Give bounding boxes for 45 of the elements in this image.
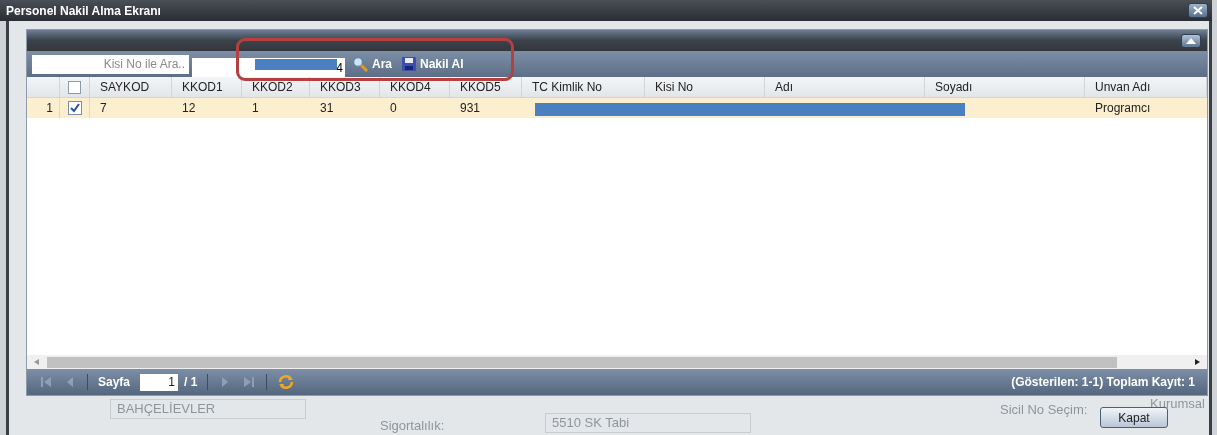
refresh-icon[interactable]	[277, 374, 296, 390]
table-cell-text: 931	[459, 100, 482, 117]
table-cell-text: 31	[319, 100, 335, 117]
first-page-icon[interactable]	[39, 376, 53, 388]
close-dialog-button[interactable]: Kapat	[1100, 407, 1168, 428]
select-all-checkbox[interactable]	[68, 80, 81, 94]
column-header[interactable]: Adı	[765, 77, 925, 97]
close-button[interactable]	[1188, 3, 1208, 18]
row-number: 1	[27, 98, 60, 118]
collapse-button[interactable]	[1181, 33, 1201, 48]
table-cell-text: 12	[181, 100, 197, 117]
scrollbar-thumb[interactable]	[47, 356, 1117, 368]
column-header[interactable]: TC Kimlik No	[522, 77, 645, 97]
close-icon	[1193, 6, 1203, 15]
horizontal-scrollbar[interactable]	[27, 355, 1207, 369]
column-header[interactable]: Soyadı	[925, 77, 1085, 97]
column-header[interactable]: KKOD3	[310, 77, 380, 97]
page-field[interactable]: 1	[140, 373, 179, 391]
page-total: / 1	[184, 374, 198, 391]
magnifier-icon	[351, 56, 369, 72]
search-field[interactable]: Kisi No ile Ara..	[32, 54, 189, 74]
page-label: Sayfa	[98, 374, 131, 391]
faded-label: BAHÇELİEVLER	[110, 399, 306, 419]
faded-label: Sicil No Seçim:	[1000, 401, 1088, 419]
column-header[interactable]: KKOD2	[242, 77, 310, 97]
column-header[interactable]: KKOD5	[450, 77, 522, 97]
faded-label: 5510 SK Tabi	[545, 413, 751, 433]
column-header[interactable]: KKOD4	[380, 77, 450, 97]
toolbar-button[interactable]: Nakil Al	[398, 54, 467, 74]
table-cell-text: Programcı	[1094, 100, 1152, 117]
row-checkbox[interactable]	[67, 101, 82, 115]
table-cell-text: 1	[251, 100, 260, 117]
last-page-icon[interactable]	[242, 376, 257, 388]
up-arrow-icon	[1186, 37, 1196, 44]
table-row[interactable]: 1 7 12 1 31 0 931 Programcı	[27, 98, 1207, 118]
table-cell-text: 0	[389, 100, 398, 117]
column-header[interactable]: SAYKOD	[90, 77, 172, 97]
column-header[interactable]: KKOD1	[172, 77, 242, 97]
column-header[interactable]: Unvan Adı	[1085, 77, 1207, 97]
faded-label: Sigortalılık:	[380, 417, 445, 435]
table-cell-text: 7	[99, 100, 108, 117]
window-title: Personel Nakil Alma Ekranı	[6, 2, 161, 20]
record-summary: (Gösterilen: 1-1) Toplam Kayıt: 1	[1011, 374, 1195, 391]
column-header[interactable]: Kisi No	[645, 77, 765, 97]
toolbar-button[interactable]: Ara	[348, 54, 395, 74]
